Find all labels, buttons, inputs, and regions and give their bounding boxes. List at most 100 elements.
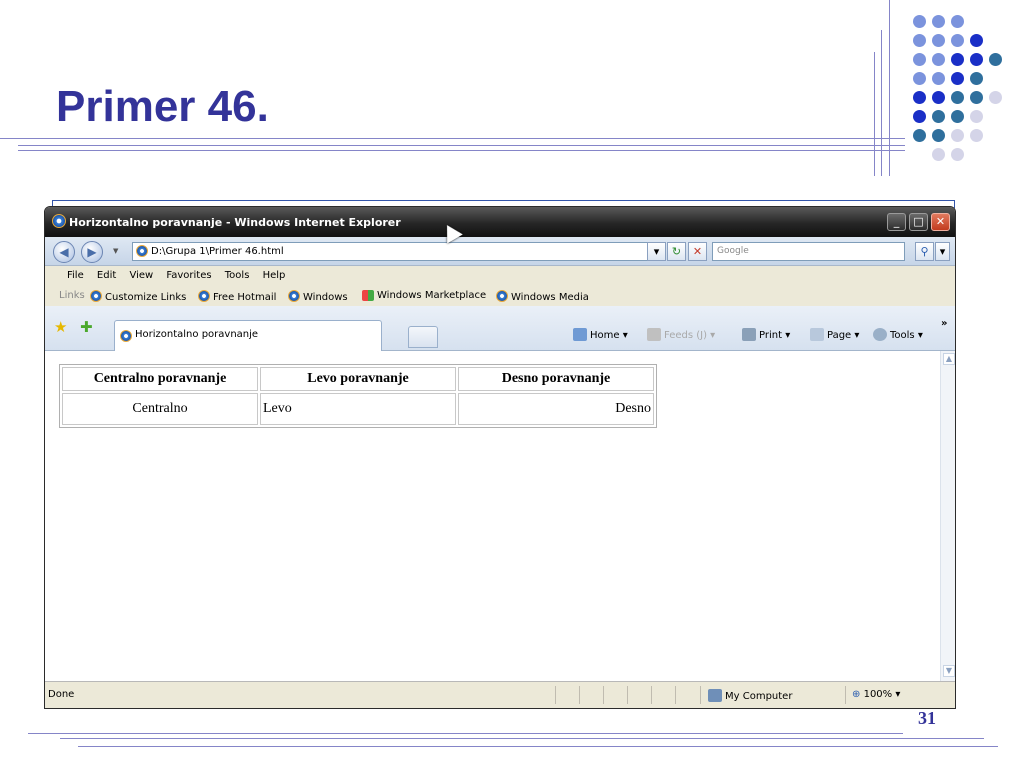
new-tab-button[interactable] — [408, 326, 438, 348]
link-label: Customize Links — [105, 292, 187, 303]
decorative-dot — [932, 53, 945, 66]
footer-rule-2 — [60, 738, 984, 739]
vertical-scrollbar[interactable]: ▲ ▼ — [940, 351, 955, 681]
status-divider — [675, 686, 676, 704]
decorative-dot — [913, 34, 926, 47]
ie-page-icon — [120, 330, 132, 342]
decorative-dot — [913, 53, 926, 66]
more-commands-button[interactable]: » — [941, 318, 947, 329]
scroll-up-arrow[interactable]: ▲ — [943, 353, 955, 365]
decorative-dot — [951, 129, 964, 142]
decorative-dot — [932, 15, 945, 28]
maximize-button[interactable]: □ — [909, 213, 928, 231]
ie-logo-icon — [52, 214, 66, 228]
status-text: Done — [48, 689, 75, 700]
close-button[interactable]: ✕ — [931, 213, 950, 231]
decorative-dot — [913, 129, 926, 142]
deco-vline-1 — [874, 52, 875, 176]
link-windows[interactable]: Windows — [288, 290, 348, 303]
tools-menu-button[interactable]: Tools ▾ — [873, 328, 923, 341]
recent-pages-dropdown[interactable]: ▼ — [113, 247, 118, 255]
title-bar[interactable]: Horizontalno poravnanje - Windows Intern… — [45, 207, 955, 237]
address-dropdown-button[interactable]: ▾ — [647, 242, 666, 261]
decorative-dot — [951, 91, 964, 104]
home-button[interactable]: Home ▾ — [573, 328, 628, 341]
decorative-dot — [951, 148, 964, 161]
tab-title: Horizontalno poravnanje — [135, 329, 259, 340]
decorative-dot — [970, 72, 983, 85]
decorative-dot — [970, 34, 983, 47]
link-windows-marketplace[interactable]: Windows Marketplace — [362, 290, 486, 301]
link-free-hotmail[interactable]: Free Hotmail — [198, 290, 276, 303]
deco-vline-3 — [889, 0, 890, 176]
search-input[interactable]: Google — [712, 242, 905, 261]
status-divider — [555, 686, 556, 704]
home-icon — [573, 328, 587, 341]
decorative-dot — [932, 72, 945, 85]
back-button[interactable]: ◀ — [53, 241, 75, 263]
decorative-dot — [951, 110, 964, 123]
page-number: 31 — [918, 708, 936, 728]
footer-rule-1 — [28, 733, 903, 734]
browser-window: Horizontalno poravnanje - Windows Intern… — [44, 206, 956, 709]
ie-page-icon — [496, 290, 508, 302]
menu-file[interactable]: File — [67, 266, 84, 286]
menu-favorites[interactable]: Favorites — [166, 266, 211, 286]
decorative-dot — [951, 72, 964, 85]
refresh-button[interactable]: ↻ — [667, 242, 686, 261]
scroll-down-arrow[interactable]: ▼ — [943, 665, 955, 677]
cell-right: Desno — [458, 393, 654, 425]
security-zone[interactable]: My Computer — [708, 689, 792, 702]
favorites-star-icon[interactable]: ★ — [54, 320, 67, 335]
table-row: Centralno Levo Desno — [62, 393, 654, 425]
decorative-dot — [932, 110, 945, 123]
link-label: Windows Marketplace — [377, 290, 487, 301]
tab-horizontalno-poravnanje[interactable]: Horizontalno poravnanje — [114, 320, 382, 351]
link-label: Windows Media — [511, 292, 589, 303]
print-button[interactable]: Print ▾ — [742, 328, 790, 341]
search-button[interactable]: ⚲ — [915, 242, 934, 261]
status-divider — [627, 686, 628, 704]
print-label: Print — [759, 330, 783, 341]
feeds-icon — [647, 328, 661, 341]
slide-title: Primer 46. — [56, 82, 269, 131]
search-options-button[interactable]: ▾ — [935, 242, 950, 261]
command-bar: ★ ✚ Horizontalno poravnanje Home ▾ Feeds… — [45, 306, 955, 351]
header-cell: Levo poravnanje — [260, 367, 456, 391]
ie-page-icon — [90, 290, 102, 302]
link-windows-media[interactable]: Windows Media — [496, 290, 589, 303]
menu-view[interactable]: View — [129, 266, 153, 286]
page-content: Centralno poravnanje Levo poravnanje Des… — [45, 351, 940, 681]
decorative-dot — [913, 72, 926, 85]
minimize-button[interactable]: _ — [887, 213, 906, 231]
decorative-dot — [913, 15, 926, 28]
screenshot-frame-top — [52, 200, 955, 201]
footer-rule-3 — [78, 746, 998, 747]
decorative-dot — [913, 110, 926, 123]
stop-button[interactable]: ✕ — [688, 242, 707, 261]
zoom-control[interactable]: ⊕ 100% ▾ — [852, 689, 900, 700]
links-bar: Links Customize Links Free Hotmail Windo… — [45, 286, 955, 306]
computer-icon — [708, 689, 722, 702]
menu-bar: File Edit View Favorites Tools Help — [45, 266, 955, 286]
address-input[interactable]: D:\Grupa 1\Primer 46.html — [132, 242, 662, 261]
feeds-button[interactable]: Feeds (J) ▾ — [647, 328, 715, 341]
title-rule-bottom-2 — [18, 150, 905, 151]
decorative-dot — [970, 110, 983, 123]
page-label: Page — [827, 330, 852, 341]
header-cell: Centralno poravnanje — [62, 367, 258, 391]
decorative-dot — [932, 34, 945, 47]
decorative-dot — [989, 91, 1002, 104]
link-customize-links[interactable]: Customize Links — [90, 290, 186, 303]
menu-tools[interactable]: Tools — [225, 266, 250, 286]
window-title: Horizontalno poravnanje - Windows Intern… — [69, 216, 401, 229]
status-divider — [700, 686, 701, 704]
menu-edit[interactable]: Edit — [97, 266, 116, 286]
decorative-dot — [951, 53, 964, 66]
table-header-row: Centralno poravnanje Levo poravnanje Des… — [62, 367, 654, 391]
decorative-dot — [932, 91, 945, 104]
page-menu-button[interactable]: Page ▾ — [810, 328, 859, 341]
forward-button[interactable]: ▶ — [81, 241, 103, 263]
menu-help[interactable]: Help — [263, 266, 286, 286]
add-favorites-icon[interactable]: ✚ — [80, 320, 93, 335]
